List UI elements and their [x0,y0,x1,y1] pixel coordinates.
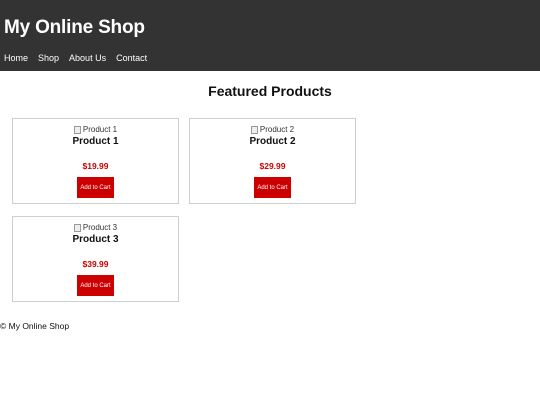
product-price: $19.99 [82,161,109,171]
product-price: $29.99 [259,161,286,171]
nav-link-contact[interactable]: Contact [116,53,147,63]
product-name: Product 2 [249,136,296,147]
featured-products-title: Featured Products [208,83,332,99]
product-name: Product 3 [72,234,119,245]
product-name: Product 1 [72,136,119,147]
product-image-alt: Product 2 [259,125,295,134]
product-image: Product 1 [13,125,178,134]
broken-image-icon [250,125,258,134]
nav-link-home[interactable]: Home [4,53,28,63]
site-title: My Online Shop [4,17,145,38]
site-header: My Online Shop Home Shop About Us Contac… [0,0,540,71]
product-card: Product 1 Product 1 $19.99 Add to Cart [12,118,179,204]
product-image: Product 3 [13,223,178,232]
product-image-alt: Product 1 [82,125,118,134]
nav-link-shop[interactable]: Shop [38,53,59,63]
broken-image-icon [73,223,81,232]
product-grid: Product 1 Product 1 $19.99 Add to Cart P… [12,118,356,302]
broken-image-icon [73,125,81,134]
product-price: $39.99 [82,259,109,269]
nav-link-about-us[interactable]: About Us [69,53,106,63]
product-card: Product 3 Product 3 $39.99 Add to Cart [12,216,179,302]
product-card: Product 2 Product 2 $29.99 Add to Cart [189,118,356,204]
main-nav: Home Shop About Us Contact [4,53,157,63]
product-image-alt: Product 3 [82,223,118,232]
product-image: Product 2 [190,125,355,134]
add-to-cart-button[interactable]: Add to Cart [77,275,114,296]
add-to-cart-button[interactable]: Add to Cart [77,177,114,198]
site-footer: © My Online Shop [0,321,70,331]
add-to-cart-button[interactable]: Add to Cart [254,177,291,198]
